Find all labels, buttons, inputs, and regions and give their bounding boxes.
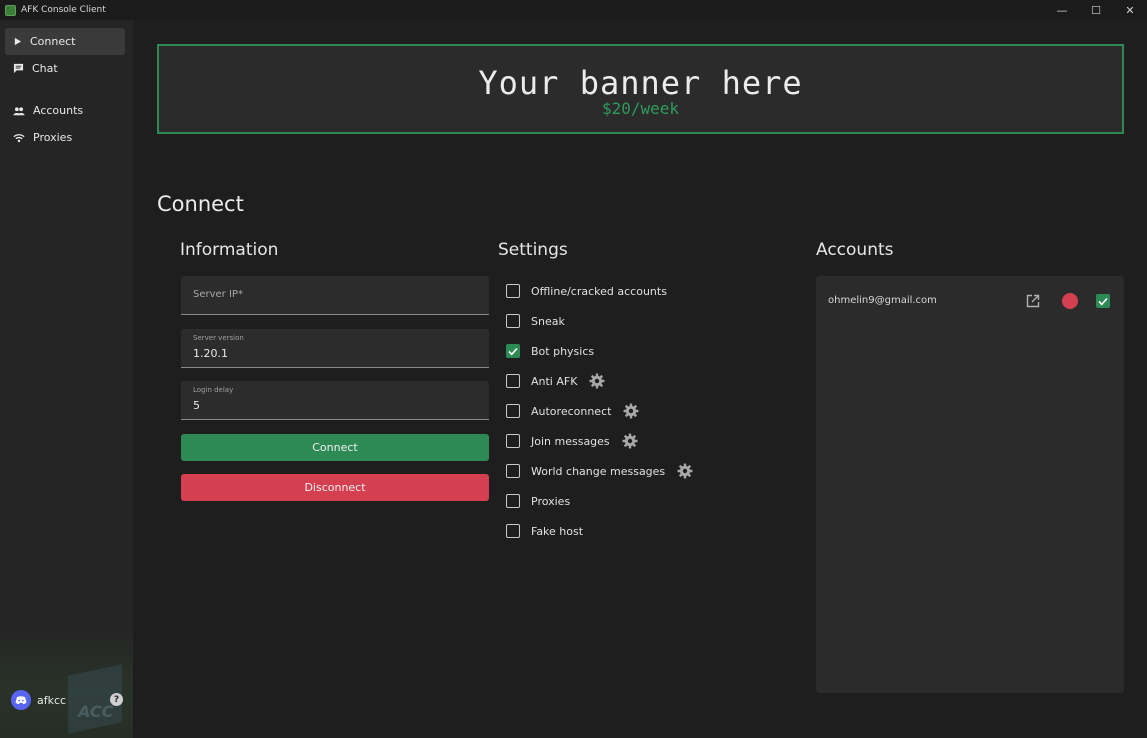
minimize-button[interactable]: — [1045, 0, 1079, 20]
wifi-icon [13, 133, 25, 142]
sidebar-item-label: Connect [30, 35, 76, 48]
login-delay-value: 5 [193, 399, 200, 412]
maximize-button[interactable]: ☐ [1079, 0, 1113, 20]
gear-icon[interactable] [677, 463, 693, 479]
sidebar-item-connect[interactable]: Connect [5, 28, 125, 55]
check-icon [508, 347, 518, 355]
setting-label: Sneak [531, 314, 565, 328]
sidebar-item-proxies[interactable]: Proxies [5, 124, 125, 151]
gear-icon[interactable] [589, 373, 605, 389]
checkbox[interactable] [506, 464, 520, 478]
username: afkcc [37, 693, 67, 707]
login-delay-label: Login delay [193, 386, 234, 394]
setting-world-change-messages[interactable]: World change messages [506, 463, 693, 479]
checkbox[interactable] [506, 284, 520, 298]
account-select-checkbox[interactable] [1096, 294, 1110, 308]
connect-button[interactable]: Connect [181, 434, 489, 461]
setting-anti-afk[interactable]: Anti AFK [506, 373, 605, 389]
sidebar-item-label: Accounts [33, 104, 84, 117]
ad-banner[interactable]: Your banner here $20/week [157, 44, 1124, 134]
app-logo-icon [5, 4, 16, 16]
checkbox[interactable] [506, 524, 520, 538]
external-link-icon[interactable] [1026, 293, 1040, 312]
sidebar-background-art: ACC [0, 630, 133, 738]
setting-sneak[interactable]: Sneak [506, 313, 565, 329]
setting-label: Autoreconnect [531, 404, 612, 418]
server-ip-placeholder: Server IP* [193, 289, 243, 300]
server-version-label: Server version [193, 334, 244, 342]
server-version-value: 1.20.1 [193, 347, 228, 360]
user-profile[interactable]: afkcc ? [11, 690, 123, 710]
setting-fake-host[interactable]: Fake host [506, 523, 583, 539]
setting-label: Bot physics [531, 344, 595, 358]
play-icon [14, 37, 22, 46]
login-delay-input[interactable]: Login delay 5 [181, 381, 489, 420]
accounts-list: ohmelin9@gmail.com [816, 276, 1124, 693]
title-bar: AFK Console Client — ☐ ✕ [0, 0, 1147, 20]
setting-join-messages[interactable]: Join messages [506, 433, 638, 449]
setting-autoreconnect[interactable]: Autoreconnect [506, 403, 639, 419]
setting-proxies[interactable]: Proxies [506, 493, 570, 509]
sidebar: Connect Chat Accounts Proxies ACC afkcc … [0, 20, 133, 738]
sidebar-item-label: Proxies [33, 131, 73, 144]
setting-bot-physics[interactable]: Bot physics [506, 343, 594, 359]
gear-icon[interactable] [622, 433, 638, 449]
checkbox[interactable] [506, 404, 520, 418]
sidebar-item-label: Chat [32, 62, 58, 75]
server-version-select[interactable]: Server version 1.20.1 [181, 329, 489, 368]
checkbox[interactable] [506, 434, 520, 448]
server-ip-input[interactable]: Server IP* [181, 276, 489, 315]
account-row[interactable]: ohmelin9@gmail.com [828, 292, 1112, 310]
status-dot-icon [1062, 293, 1078, 309]
setting-label: World change messages [531, 464, 666, 478]
discord-avatar [11, 690, 31, 710]
window-title: AFK Console Client [21, 5, 106, 15]
check-icon [1098, 297, 1108, 305]
checkbox[interactable] [506, 494, 520, 508]
close-button[interactable]: ✕ [1113, 0, 1147, 20]
accounts-title: Accounts [816, 240, 894, 260]
checkbox-checked[interactable] [506, 344, 520, 358]
banner-title: Your banner here [478, 64, 803, 102]
disconnect-button[interactable]: Disconnect [181, 474, 489, 501]
setting-label: Anti AFK [531, 374, 578, 388]
setting-label: Join messages [531, 434, 610, 448]
sidebar-item-chat[interactable]: Chat [5, 55, 125, 82]
setting-label: Fake host [531, 524, 584, 538]
discord-icon [15, 695, 27, 704]
chat-icon [13, 63, 24, 74]
help-icon[interactable]: ? [110, 693, 123, 706]
checkbox[interactable] [506, 314, 520, 328]
page-title: Connect [157, 192, 244, 216]
banner-price: $20/week [601, 99, 680, 118]
gear-icon[interactable] [623, 403, 639, 419]
account-email: ohmelin9@gmail.com [828, 295, 937, 306]
window-controls: — ☐ ✕ [1045, 0, 1147, 20]
information-title: Information [180, 240, 279, 260]
checkbox[interactable] [506, 374, 520, 388]
settings-title: Settings [498, 240, 568, 260]
users-icon [13, 106, 25, 115]
setting-offline-accounts[interactable]: Offline/cracked accounts [506, 283, 667, 299]
setting-label: Proxies [531, 494, 571, 508]
sidebar-item-accounts[interactable]: Accounts [5, 97, 125, 124]
setting-label: Offline/cracked accounts [531, 284, 667, 298]
